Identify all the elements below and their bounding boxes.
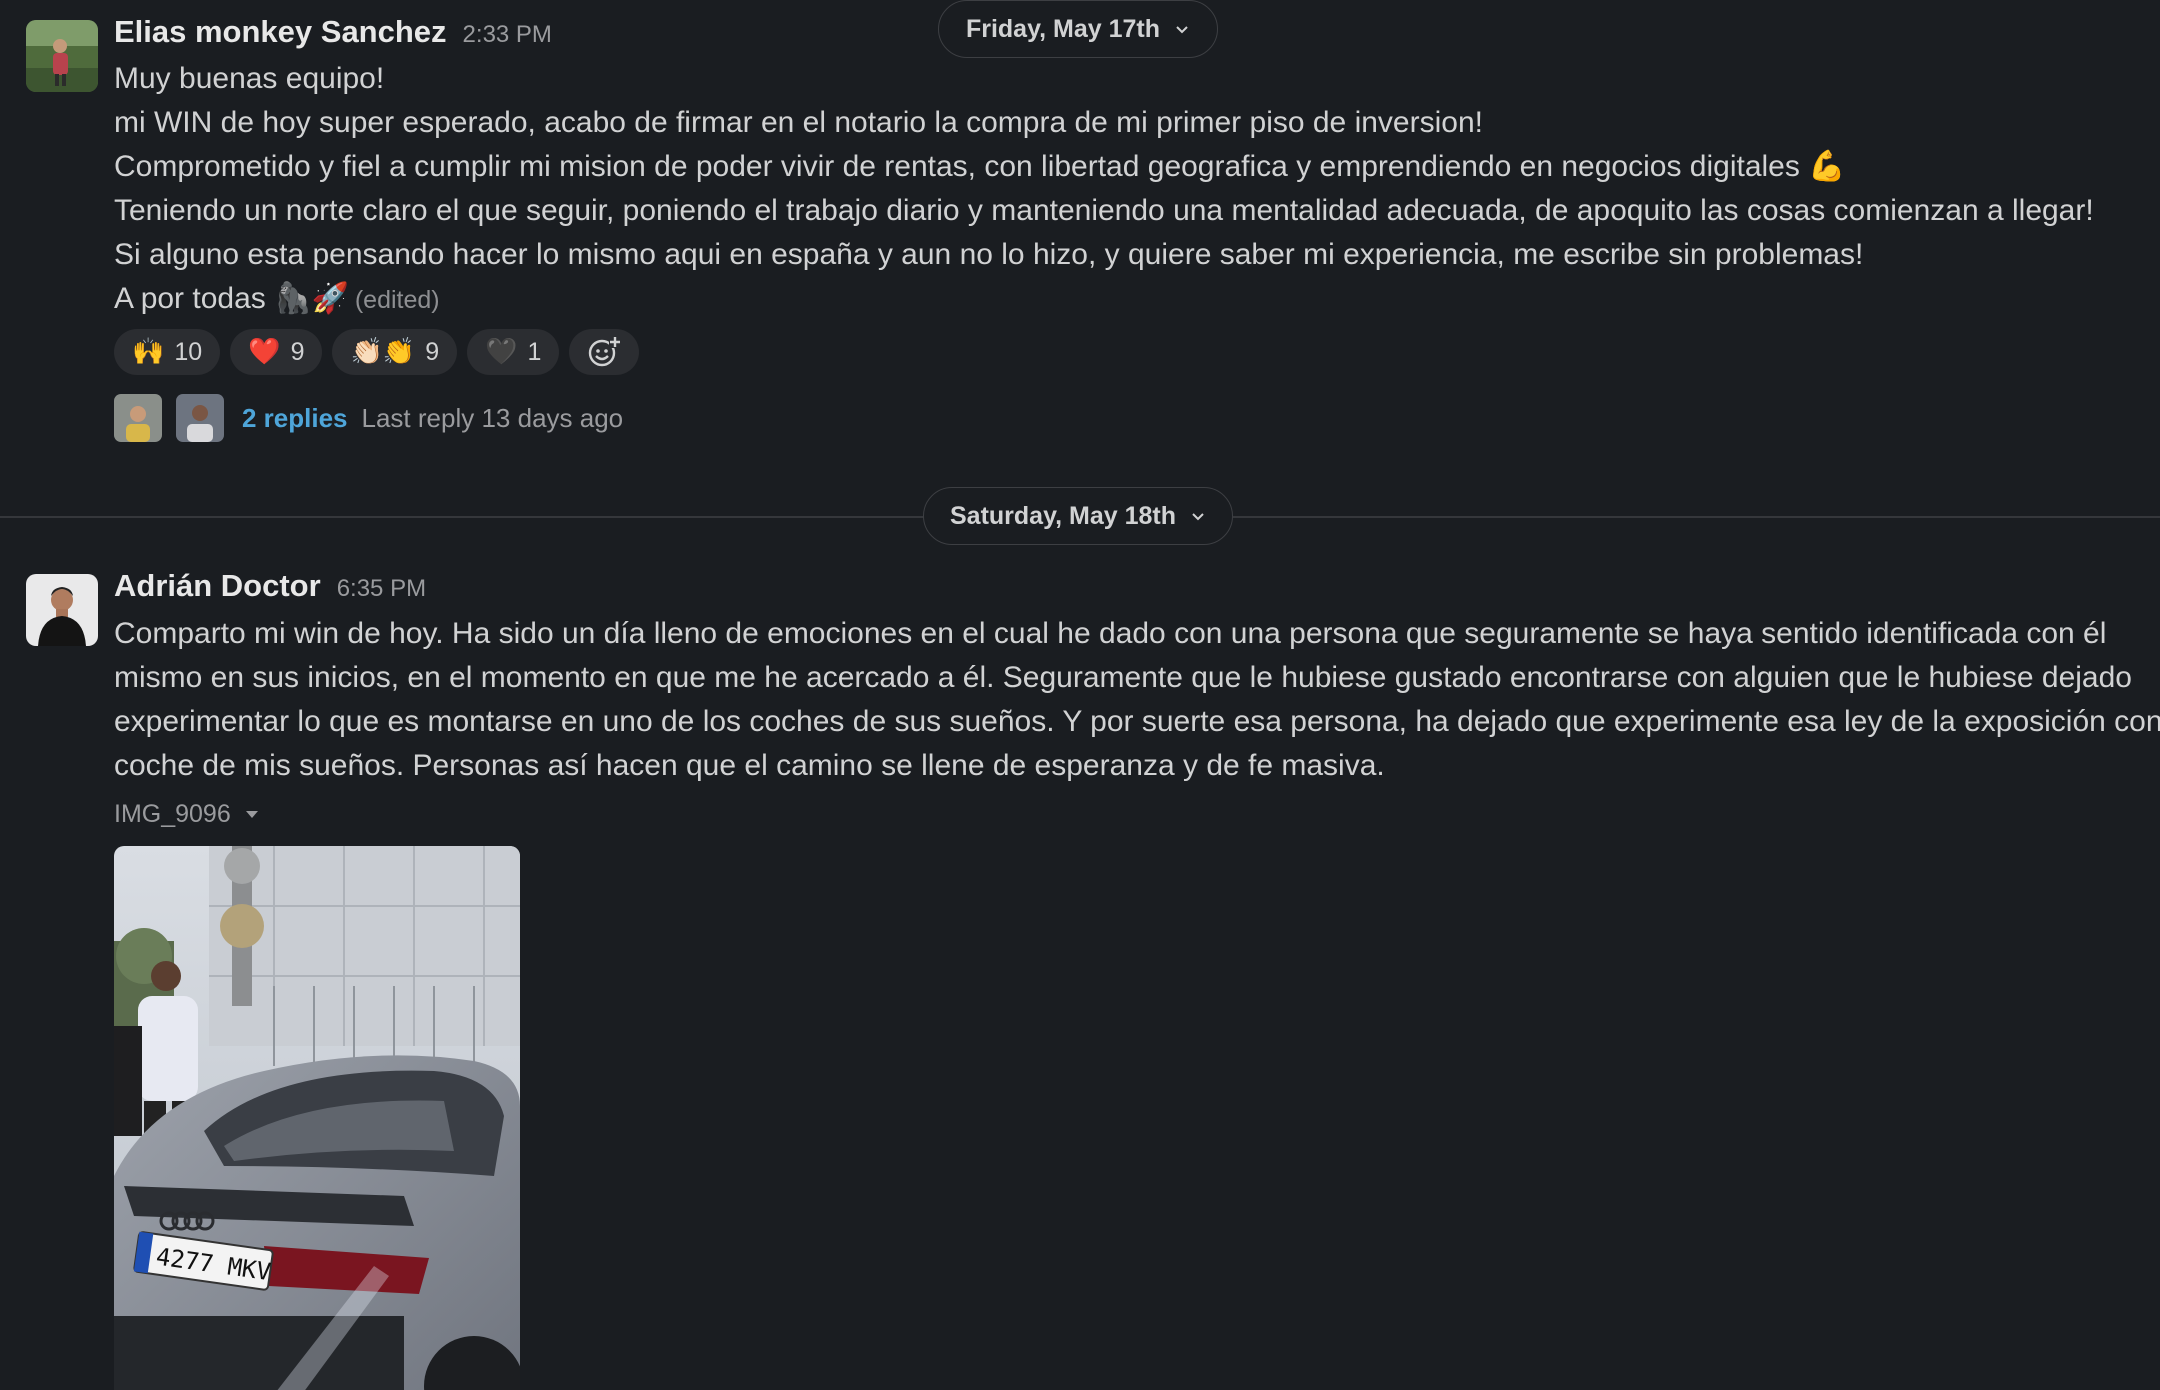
message-line: Comparto mi win de hoy. Ha sido un día l… (114, 617, 2107, 650)
add-emoji-icon (589, 336, 622, 367)
message-line: Muy buenas equipo! (114, 62, 385, 95)
message-header: Elias monkey Sanchez 2:33 PM (114, 14, 552, 50)
reaction-count: 9 (290, 337, 305, 366)
message-line: experimentar lo que es montarse en uno d… (114, 705, 2160, 738)
message-body: Comparto mi win de hoy. Ha sido un día l… (114, 612, 2160, 788)
message-line-text: A por todas (114, 282, 266, 315)
sender-name[interactable]: Elias monkey Sanchez (114, 14, 447, 50)
message-line: mi WIN de hoy super esperado, acabo de f… (114, 106, 1483, 139)
reactions-bar: 🙌 10 ❤️ 9 👏🏻👏 9 🖤 1 (114, 329, 640, 375)
date-divider-friday[interactable]: Friday, May 17th (938, 0, 1218, 58)
message-timestamp[interactable]: 2:33 PM (463, 21, 552, 49)
reaction-count: 10 (174, 337, 203, 366)
message-line: A por todas 🦍🚀 (edited) (114, 277, 2094, 322)
message-line-text: Comprometido y fiel a cumplir mi mision … (114, 150, 1800, 183)
reaction-count: 9 (425, 337, 440, 366)
clapping-hands-emoji: 👏🏻👏 (350, 337, 416, 367)
message-header: Adrián Doctor 6:35 PM (114, 568, 426, 604)
message-body: Muy buenas equipo! mi WIN de hoy super e… (114, 57, 2094, 322)
last-reply-label: Last reply 13 days ago (361, 402, 624, 433)
reaction-raised-hands[interactable]: 🙌 10 (114, 329, 221, 375)
avatar[interactable] (26, 20, 98, 92)
image-attachment[interactable]: 4277 MKV (114, 846, 520, 1390)
raised-hands-emoji: 🙌 (132, 337, 165, 367)
message-line: Comprometido y fiel a cumplir mi mision … (114, 145, 2094, 189)
message-line: Teniendo un norte claro el que seguir, p… (114, 194, 2094, 227)
sender-name[interactable]: Adrián Doctor (114, 568, 321, 604)
message-line: Si alguno esta pensando hacer lo mismo a… (114, 238, 1864, 271)
add-reaction-button[interactable] (569, 329, 640, 375)
flexed-biceps-emoji: 💪 (1808, 149, 1846, 184)
avatar[interactable] (26, 574, 98, 646)
reply-avatar (176, 394, 224, 442)
chevron-down-icon (1192, 513, 1204, 521)
message-line: mismo en sus inicios, en el momento en q… (114, 661, 2132, 694)
date-label: Friday, May 17th (965, 14, 1161, 43)
reaction-count: 1 (527, 337, 542, 366)
red-heart-emoji: ❤️ (248, 337, 281, 367)
file-name: IMG_9096 (114, 800, 231, 828)
message-line: coche de mis sueños. Personas así hacen … (114, 749, 1385, 782)
message-timestamp[interactable]: 6:35 PM (337, 575, 426, 603)
reaction-heart[interactable]: ❤️ 9 (230, 329, 323, 375)
file-name-toggle[interactable]: IMG_9096 (114, 800, 259, 829)
reply-avatar (114, 394, 162, 442)
black-heart-emoji: 🖤 (485, 337, 518, 367)
thread-summary[interactable]: 2 replies Last reply 13 days ago (114, 394, 623, 442)
date-label: Saturday, May 18th (949, 501, 1176, 530)
reaction-black-heart[interactable]: 🖤 1 (467, 329, 560, 375)
gorilla-rocket-emoji: 🦍🚀 (274, 281, 349, 316)
reaction-clap[interactable]: 👏🏻👏 9 (332, 329, 458, 375)
edited-label: (edited) (354, 286, 440, 314)
caret-down-icon (245, 810, 258, 818)
replies-link[interactable]: 2 replies (242, 403, 348, 434)
message-pane: Friday, May 17th Elias monkey Sanchez 2:… (0, 0, 2160, 1390)
chevron-down-icon (1176, 26, 1188, 34)
date-divider-saturday[interactable]: Saturday, May 18th (923, 487, 1233, 545)
